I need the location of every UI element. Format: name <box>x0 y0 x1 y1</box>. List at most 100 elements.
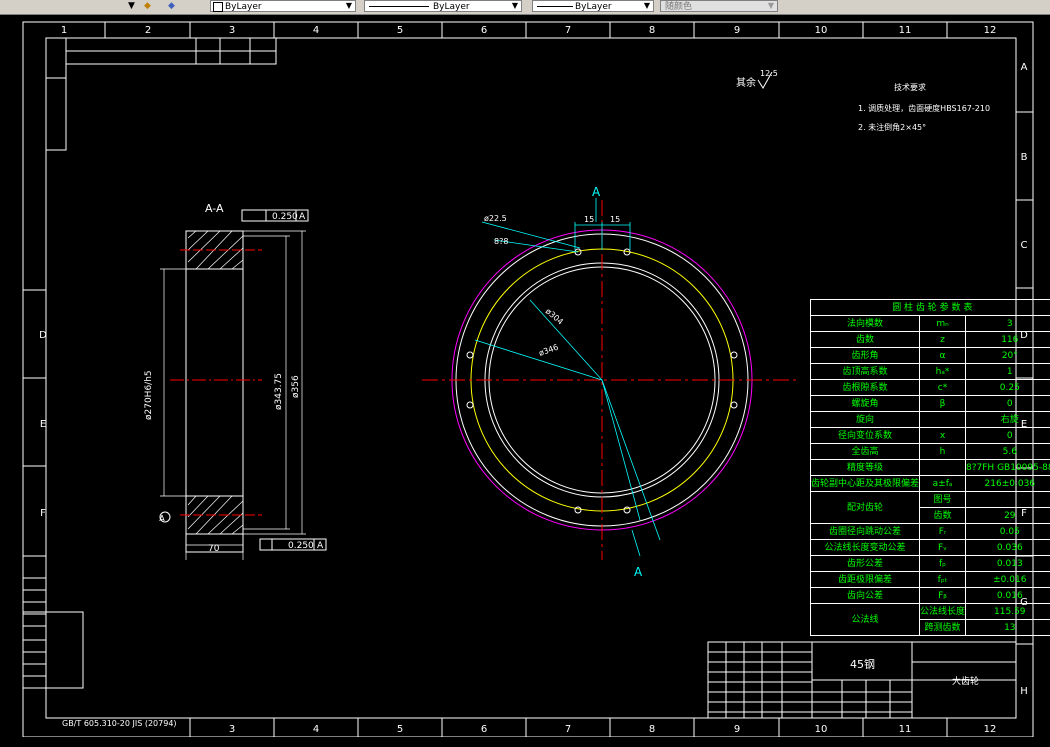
param-name: 齿轮副中心距及其极限偏差 <box>811 476 920 492</box>
dim-15-left: 15 <box>584 215 594 224</box>
zone-bottom-8: 8 <box>649 724 655 735</box>
linetype-combo[interactable]: ByLayer ▼ <box>364 0 522 12</box>
lineweight-combo[interactable]: ByLayer ▼ <box>532 0 654 12</box>
param-symbol: c* <box>920 380 966 396</box>
param-name: 法向模数 <box>811 316 920 332</box>
param-value: 216±0.036 <box>966 476 1050 492</box>
zone-bottom-4: 4 <box>313 724 319 735</box>
dim-inner-dia: ø343.75 <box>274 373 284 410</box>
layer-combo[interactable]: ByLayer ▼ <box>210 0 356 12</box>
dropdown-arrow-icon[interactable]: ▼ <box>128 0 135 13</box>
tech-req-item-2: 2. 未注倒角2×45° <box>858 122 990 133</box>
gear-text: A A ø22.5 8?8 15 15 ø304 ø346 <box>484 185 643 579</box>
param-symbol: a±fₐ <box>920 476 966 492</box>
param-value: 5.6 <box>966 444 1050 460</box>
dim-bore: ø270H6/h5 <box>144 370 154 420</box>
tech-req-item-1: 1. 调质处理，齿面硬度HBS167-210 <box>858 103 990 114</box>
param-value: 29 <box>966 508 1050 524</box>
tolerance-top-value: 0.250 <box>272 212 298 222</box>
zone-top-2: 2 <box>145 25 151 36</box>
zone-bottom-10: 10 <box>815 724 828 735</box>
gear-front-view <box>422 198 796 560</box>
drawing-canvas[interactable]: 1 2 3 4 5 6 7 8 9 10 11 12 3 4 5 6 7 8 9… <box>0 14 1050 743</box>
material-label: 45钢 <box>850 658 875 671</box>
zone-right-b: B <box>1021 152 1028 163</box>
zone-top-3: 3 <box>229 25 235 36</box>
param-symbol: fₚ <box>920 556 966 572</box>
param-name: 齿形公差 <box>811 556 920 572</box>
param-name: 齿形角 <box>811 348 920 364</box>
table-row: 齿根隙系数c*0.25 <box>811 380 1050 396</box>
zone-top-1: 1 <box>61 25 67 36</box>
standard-note: GB/T 605.310-20 JIS (20794) <box>62 719 177 728</box>
zone-top-12: 12 <box>984 25 997 36</box>
dim-outer-dia: ø356 <box>291 375 301 398</box>
param-value: 3 <box>966 316 1050 332</box>
param-value: 1 <box>966 364 1050 380</box>
table-row: 配对齿轮图号 <box>811 492 1050 508</box>
tolerance-bottom-value: 0.250 <box>288 541 314 551</box>
param-name: 齿顶高系数 <box>811 364 920 380</box>
section-text: A-A 0.250 A 0.250 A 70 A ø270H6/h5 ø343.… <box>144 202 324 554</box>
zone-bottom-11: 11 <box>899 724 912 735</box>
wk-sub-length: 公法线长度 <box>920 604 966 620</box>
zone-bottom-7: 7 <box>565 724 571 735</box>
zone-left-d: D <box>39 330 47 341</box>
section-mark-bottom: A <box>634 565 643 579</box>
zone-bottom-6: 6 <box>481 724 487 735</box>
param-value: 116 <box>966 332 1050 348</box>
dim-radius-2: 8?8 <box>494 237 508 246</box>
chevron-down-icon: ▼ <box>766 1 776 11</box>
roughness-rest-label: 其余 <box>736 76 756 89</box>
dim-15-right: 15 <box>610 215 620 224</box>
param-symbol: Fᵦ <box>920 588 966 604</box>
chevron-down-icon: ▼ <box>510 1 520 11</box>
zone-top-10: 10 <box>815 25 828 36</box>
param-value <box>966 492 1050 508</box>
revision-block <box>23 578 83 688</box>
param-value: 20° <box>966 348 1050 364</box>
pair-gear-label: 配对齿轮 <box>811 492 920 524</box>
param-symbol <box>920 460 966 476</box>
color-combo[interactable]: 随颜色 ▼ <box>660 0 778 12</box>
param-value: 115.59 <box>966 604 1050 620</box>
param-symbol: x <box>920 428 966 444</box>
param-value: 右旋 <box>966 412 1050 428</box>
dim-radius-1: ø22.5 <box>484 214 507 223</box>
tech-req-title: 技术要求 <box>894 82 990 93</box>
table-row: 齿距极限偏差fₚₜ±0.016 <box>811 572 1050 588</box>
param-name: 齿向公差 <box>811 588 920 604</box>
param-value: 0 <box>966 428 1050 444</box>
layer-states-icon[interactable]: ◆ <box>168 0 175 13</box>
zone-top-4: 4 <box>313 25 319 36</box>
param-symbol: h <box>920 444 966 460</box>
wk-label: 公法线 <box>811 604 920 636</box>
param-symbol: fₚₜ <box>920 572 966 588</box>
status-bar <box>0 737 1050 743</box>
zone-right-h: H <box>1020 686 1028 697</box>
table-row: 齿圈径向跳动公差Fᵣ0.05 <box>811 524 1050 540</box>
zone-left-e: E <box>40 419 46 430</box>
zone-bottom-12: 12 <box>984 724 997 735</box>
table-row: 法向模数mₙ3 <box>811 316 1050 332</box>
param-name: 径向变位系数 <box>811 428 920 444</box>
param-name: 螺旋角 <box>811 396 920 412</box>
chevron-down-icon: ▼ <box>642 1 652 11</box>
dim-width: 70 <box>208 544 220 554</box>
param-value: 0 <box>966 396 1050 412</box>
table-row: 全齿高h5.6 <box>811 444 1050 460</box>
zone-top-9: 9 <box>734 25 740 36</box>
param-symbol: β <box>920 396 966 412</box>
section-mark-top: A <box>592 185 601 199</box>
color-swatch-icon <box>213 2 223 12</box>
param-value: 0.25 <box>966 380 1050 396</box>
pair-sub-drawing: 图号 <box>920 492 966 508</box>
zone-bottom-9: 9 <box>734 724 740 735</box>
table-row: 旋向右旋 <box>811 412 1050 428</box>
param-name: 全齿高 <box>811 444 920 460</box>
param-value: 8?7FH GB10095-88 <box>966 460 1050 476</box>
layer-manager-icon[interactable]: ◆ <box>144 0 151 13</box>
table-row: 螺旋角β0 <box>811 396 1050 412</box>
param-name: 精度等级 <box>811 460 920 476</box>
section-title: A-A <box>205 202 224 215</box>
